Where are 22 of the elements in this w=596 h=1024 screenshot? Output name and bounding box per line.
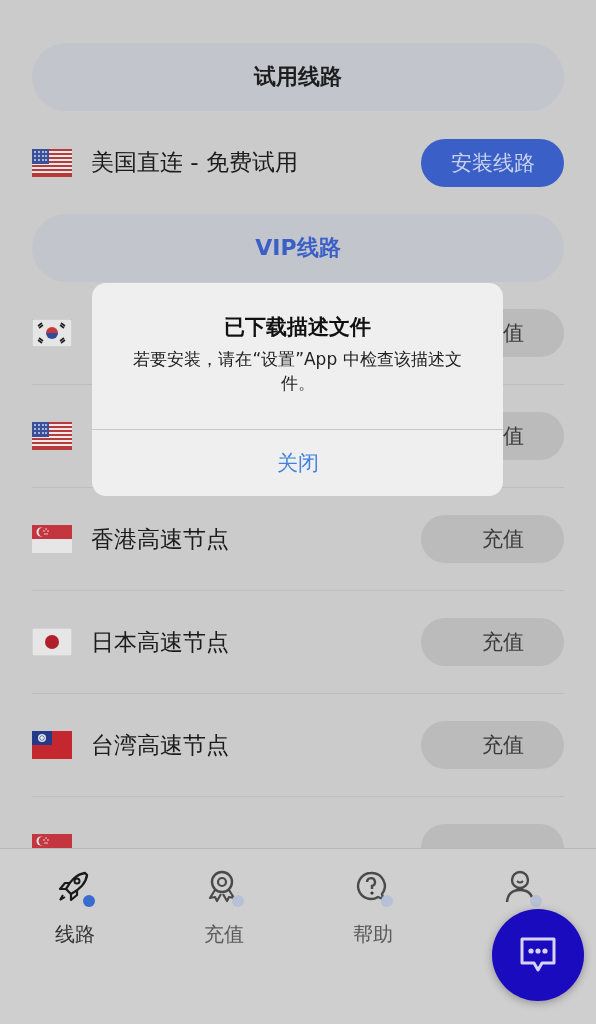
alert-message: 若要安装，请在“设置”App 中检查该描述文件。 — [132, 348, 463, 395]
tab[interactable]: 充值 — [149, 869, 298, 948]
korea-flag-icon — [32, 319, 72, 347]
recharge-button[interactable]: 充值 — [421, 515, 564, 563]
recharge-button[interactable]: 充值 — [421, 721, 564, 769]
us-flag-icon — [32, 422, 72, 450]
singapore-flag-icon — [32, 525, 72, 553]
close-button[interactable]: 关闭 — [92, 430, 503, 496]
tab[interactable]: 线路 — [0, 869, 149, 948]
us-flag-icon — [32, 148, 72, 177]
tab[interactable]: 帮助 — [298, 869, 447, 948]
line-name: 日本高速节点 — [91, 627, 230, 657]
section-header: VIP线路 — [32, 214, 564, 282]
line-name: 香港高速节点 — [91, 524, 230, 554]
recharge-button[interactable]: 充值 — [421, 618, 564, 666]
line-name: 美国直连 - 免费试用 — [91, 148, 299, 177]
taiwan-flag-icon — [32, 731, 72, 759]
line-name: 台湾高速节点 — [91, 730, 230, 760]
alert-title: 已下载描述文件 — [224, 314, 371, 341]
japan-flag-icon — [32, 628, 72, 656]
section-header: 试用线路 — [32, 43, 564, 111]
install-button[interactable]: 安装线路 — [421, 138, 564, 187]
